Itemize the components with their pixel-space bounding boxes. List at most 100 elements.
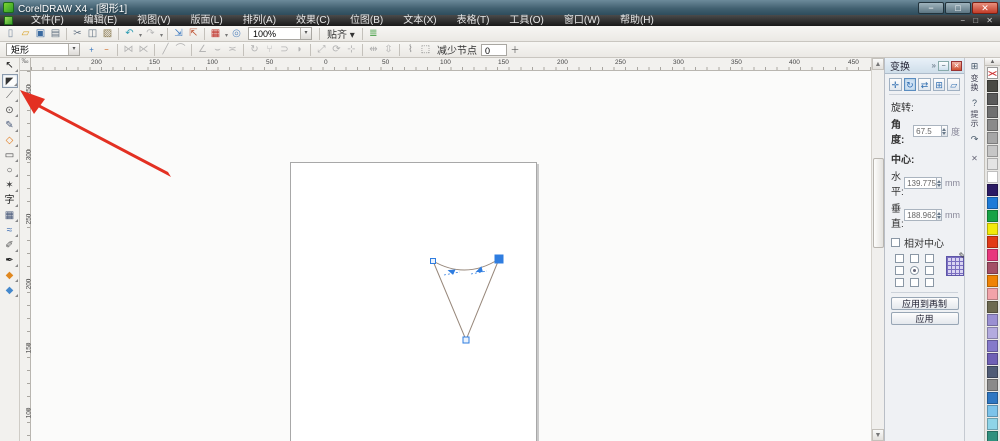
tool-button[interactable]: ◤ [1,74,18,88]
anchor-checkbox[interactable] [925,254,934,263]
node-edit-icon[interactable]: ⇹ [366,43,381,57]
no-color-swatch[interactable] [987,67,998,79]
color-swatch[interactable] [987,210,998,222]
minimize-button[interactable]: − [918,1,944,14]
menu-item[interactable]: 位图(B) [340,15,393,26]
transform-mode-button[interactable]: ✛ [889,78,902,91]
node-edit-icon[interactable]: ⊹ [344,43,359,57]
node-edit-icon[interactable]: ⟳ [329,43,344,57]
menu-item[interactable]: 工具(O) [499,15,553,26]
color-swatch[interactable] [987,145,998,157]
menu-item[interactable]: 文件(F) [21,15,74,26]
node-edit-icon[interactable] [362,43,363,56]
node-edit-icon[interactable]: ∠ [195,43,210,57]
menu-item[interactable]: 表格(T) [447,15,500,26]
color-swatch[interactable] [987,418,998,430]
color-swatch[interactable] [987,262,998,274]
color-swatch[interactable] [987,366,998,378]
toolbar-icon[interactable] [66,27,67,40]
color-swatch[interactable] [987,405,998,417]
docker-tab[interactable]: ↷ [965,131,984,150]
toolbar-icon[interactable]: ▱ [18,27,33,41]
menu-item[interactable]: 窗口(W) [554,15,610,26]
color-swatch[interactable] [987,236,998,248]
color-swatch[interactable] [987,93,998,105]
angle-spinner[interactable] [941,125,948,137]
color-swatch[interactable] [987,379,998,391]
docker-title-bar[interactable]: 变换 » − ✕ [885,58,964,74]
transform-mode-button[interactable]: ↻ [903,78,917,91]
toolbar-icon[interactable] [167,27,168,40]
tool-button[interactable]: ≈ [2,224,18,238]
maximize-button[interactable]: □ [945,1,971,14]
tool-button[interactable]: ○ [2,164,18,178]
color-swatch[interactable] [987,171,998,183]
tool-button[interactable]: ✶ [2,179,18,193]
close-button[interactable]: ✕ [972,1,998,14]
node-edit-icon[interactable]: ⌒ [173,43,188,57]
color-swatch[interactable] [987,275,998,287]
node-edit-icon[interactable]: ╱ [158,43,173,57]
toolbar-icon[interactable]: ⇲ [171,27,186,41]
node-edit-icon[interactable] [399,43,400,56]
color-swatch[interactable] [987,249,998,261]
drawing-canvas[interactable] [31,71,871,441]
toolbar-icon[interactable]: ◫ [85,27,100,41]
tool-button[interactable]: ⊙ [2,104,18,118]
scroll-down-icon[interactable]: ▼ [872,429,884,441]
toolbar-icon[interactable] [118,27,119,40]
color-swatch[interactable] [987,184,998,196]
color-swatch[interactable] [987,80,998,92]
options-icon[interactable]: ≣ [366,27,381,41]
tool-button[interactable]: ✎ [2,119,18,133]
node-edit-icon[interactable] [191,43,192,56]
node-edit-icon[interactable]: ◗ [292,43,307,57]
tool-button[interactable]: ◆ [2,284,18,298]
anchor-center-radio[interactable] [910,266,919,275]
curve-shape[interactable] [31,71,871,441]
color-swatch[interactable] [987,301,998,313]
node-edit-icon[interactable]: ⤢ [314,43,329,57]
node-edit-icon[interactable]: ≍ [225,43,240,57]
menu-item[interactable]: 排列(A) [233,15,286,26]
color-swatch[interactable] [987,158,998,170]
anchor-checkbox[interactable] [895,266,904,275]
anchor-checkbox[interactable] [910,278,919,287]
color-swatch[interactable] [987,197,998,209]
menu-item[interactable]: 帮助(H) [610,15,664,26]
palette-scroll-up-icon[interactable]: ▲ [985,58,1000,66]
toolbar-icon[interactable]: ▨ [100,27,115,41]
node-edit-icon[interactable]: ⑂ [262,43,277,57]
anchor-checkbox[interactable] [895,254,904,263]
color-swatch[interactable] [987,353,998,365]
docker-close-button[interactable]: ✕ [951,60,962,71]
node-edit-icon[interactable]: ⌣ [210,43,225,57]
doc-window-controls[interactable]: − □ ✕ [960,16,996,25]
scroll-up-icon[interactable]: ▲ [872,58,884,70]
tool-button[interactable]: ✒ [2,254,18,268]
vertical-scrollbar[interactable]: ▲ ▼ [871,58,884,441]
tool-button[interactable]: 字 [2,194,18,208]
color-swatch[interactable] [987,132,998,144]
node-edit-icon[interactable]: ﹣ [99,43,114,57]
vertical-spinner[interactable] [937,209,942,221]
tool-button[interactable]: ◆ [2,269,18,283]
node-edit-icon[interactable]: ⋉ [136,43,151,57]
vertical-ruler[interactable]: 350 300 250 200 150 100 [20,71,32,441]
toolbar-icon[interactable]: ◎ [229,27,244,41]
docker-tabs-close-icon[interactable]: ✕ [965,154,984,163]
apply-button[interactable]: 应用 [890,312,959,325]
color-swatch[interactable] [987,288,998,300]
apply-to-duplicate-button[interactable]: 应用到再制 [890,297,959,310]
tool-button[interactable]: ⟋ [2,89,18,103]
angle-input[interactable]: 67.5 [913,125,942,137]
snap-to-button[interactable]: 贴齐 ▾ [327,26,355,41]
node-edit-icon[interactable]: ⬚ [418,43,433,57]
toolbar-icon[interactable]: ↷ [143,27,163,43]
relative-center-checkbox[interactable] [891,238,900,247]
node-edit-icon[interactable]: ⌇ [403,43,418,57]
node-edit-icon[interactable]: ↻ [247,43,262,57]
zoom-level-combo[interactable]: 100% ▾ [248,27,312,40]
color-swatch[interactable] [987,106,998,118]
toolbar-icon[interactable]: ▣ [33,27,48,41]
